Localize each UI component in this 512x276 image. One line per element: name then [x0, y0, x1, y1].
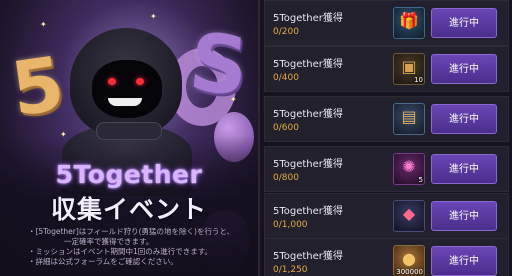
- mission-title: 5Together獲得: [273, 59, 343, 70]
- mission-list[interactable]: 5Together獲得 0/200 🎁 進行中 5Together獲得 0/40…: [260, 0, 512, 276]
- sparkle-icon: ✦: [150, 12, 157, 21]
- mission-title: 5Together獲得: [273, 13, 343, 24]
- mission-progress: 0/1,000: [273, 220, 308, 230]
- in-progress-button[interactable]: 進行中: [431, 246, 497, 276]
- mission-row: 5Together獲得 0/400 ▣ 10 進行中: [264, 46, 509, 92]
- jewel-pile-icon[interactable]: ◆: [393, 200, 425, 232]
- mission-progress: 0/800: [273, 173, 299, 183]
- magic-orb-icon[interactable]: ✺ 5: [393, 153, 425, 185]
- event-screen: 5 S ✦ ✦ ✦ ✦ 5Together 収集イベント ・[5Together…: [0, 0, 512, 276]
- in-progress-button[interactable]: 進行中: [431, 201, 497, 231]
- in-progress-button[interactable]: 進行中: [431, 154, 497, 184]
- gold-coin-icon[interactable]: ● 300000: [393, 245, 425, 276]
- sparkle-icon: ✦: [40, 20, 47, 29]
- mission-row: 5Together獲得 0/1,250 ● 300000 進行中: [264, 238, 509, 276]
- mission-progress: 0/600: [273, 123, 299, 133]
- in-progress-button[interactable]: 進行中: [431, 54, 497, 84]
- mission-row: 5Together獲得 0/200 🎁 進行中: [264, 0, 509, 46]
- mission-row: 5Together獲得 0/600 ▤ 進行中: [264, 96, 509, 142]
- mission-title: 5Together獲得: [273, 109, 343, 120]
- event-note: 一定確率で獲得できます。: [64, 237, 154, 246]
- mission-progress: 0/1,250: [273, 265, 308, 275]
- event-banner: 5 S ✦ ✦ ✦ ✦ 5Together 収集イベント ・[5Together…: [0, 0, 258, 276]
- event-title: 5Together: [55, 160, 203, 189]
- mascot-grin: [108, 98, 142, 106]
- mission-row: 5Together獲得 0/800 ✺ 5 進行中: [264, 146, 509, 192]
- reward-quantity: 5: [418, 176, 423, 184]
- mission-title: 5Together獲得: [273, 206, 343, 217]
- gift-box-icon[interactable]: 🎁: [393, 7, 425, 39]
- mission-progress: 0/200: [273, 27, 299, 37]
- event-note: ・ミッションはイベント期間中1回のみ進行できます。: [28, 247, 213, 256]
- event-note: ・詳細は公式フォーラムをご確認ください。: [28, 257, 178, 266]
- mission-row: 5Together獲得 0/1,000 ◆ 進行中: [264, 193, 509, 239]
- treasure-box-icon[interactable]: ▤: [393, 103, 425, 135]
- mission-progress: 0/400: [273, 73, 299, 83]
- reward-quantity: 300000: [396, 268, 423, 276]
- in-progress-button[interactable]: 進行中: [431, 8, 497, 38]
- mascot-face: [92, 60, 162, 118]
- mascot-eye: [136, 78, 144, 85]
- treasure-chest-icon[interactable]: ▣ 10: [393, 53, 425, 85]
- in-progress-button[interactable]: 進行中: [431, 104, 497, 134]
- balloon-five: 5: [6, 40, 70, 134]
- mission-title: 5Together獲得: [273, 251, 343, 262]
- sparkle-icon: ✦: [230, 95, 237, 104]
- mission-title: 5Together獲得: [273, 159, 343, 170]
- mascot-eye: [108, 78, 116, 85]
- balloon-s: S: [185, 15, 253, 114]
- event-subtitle: 収集イベント: [50, 195, 207, 224]
- event-note: ・[5Together]はフィールド狩り(勇猛の地を除く)を行うと、: [28, 227, 235, 236]
- reward-quantity: 10: [414, 76, 423, 84]
